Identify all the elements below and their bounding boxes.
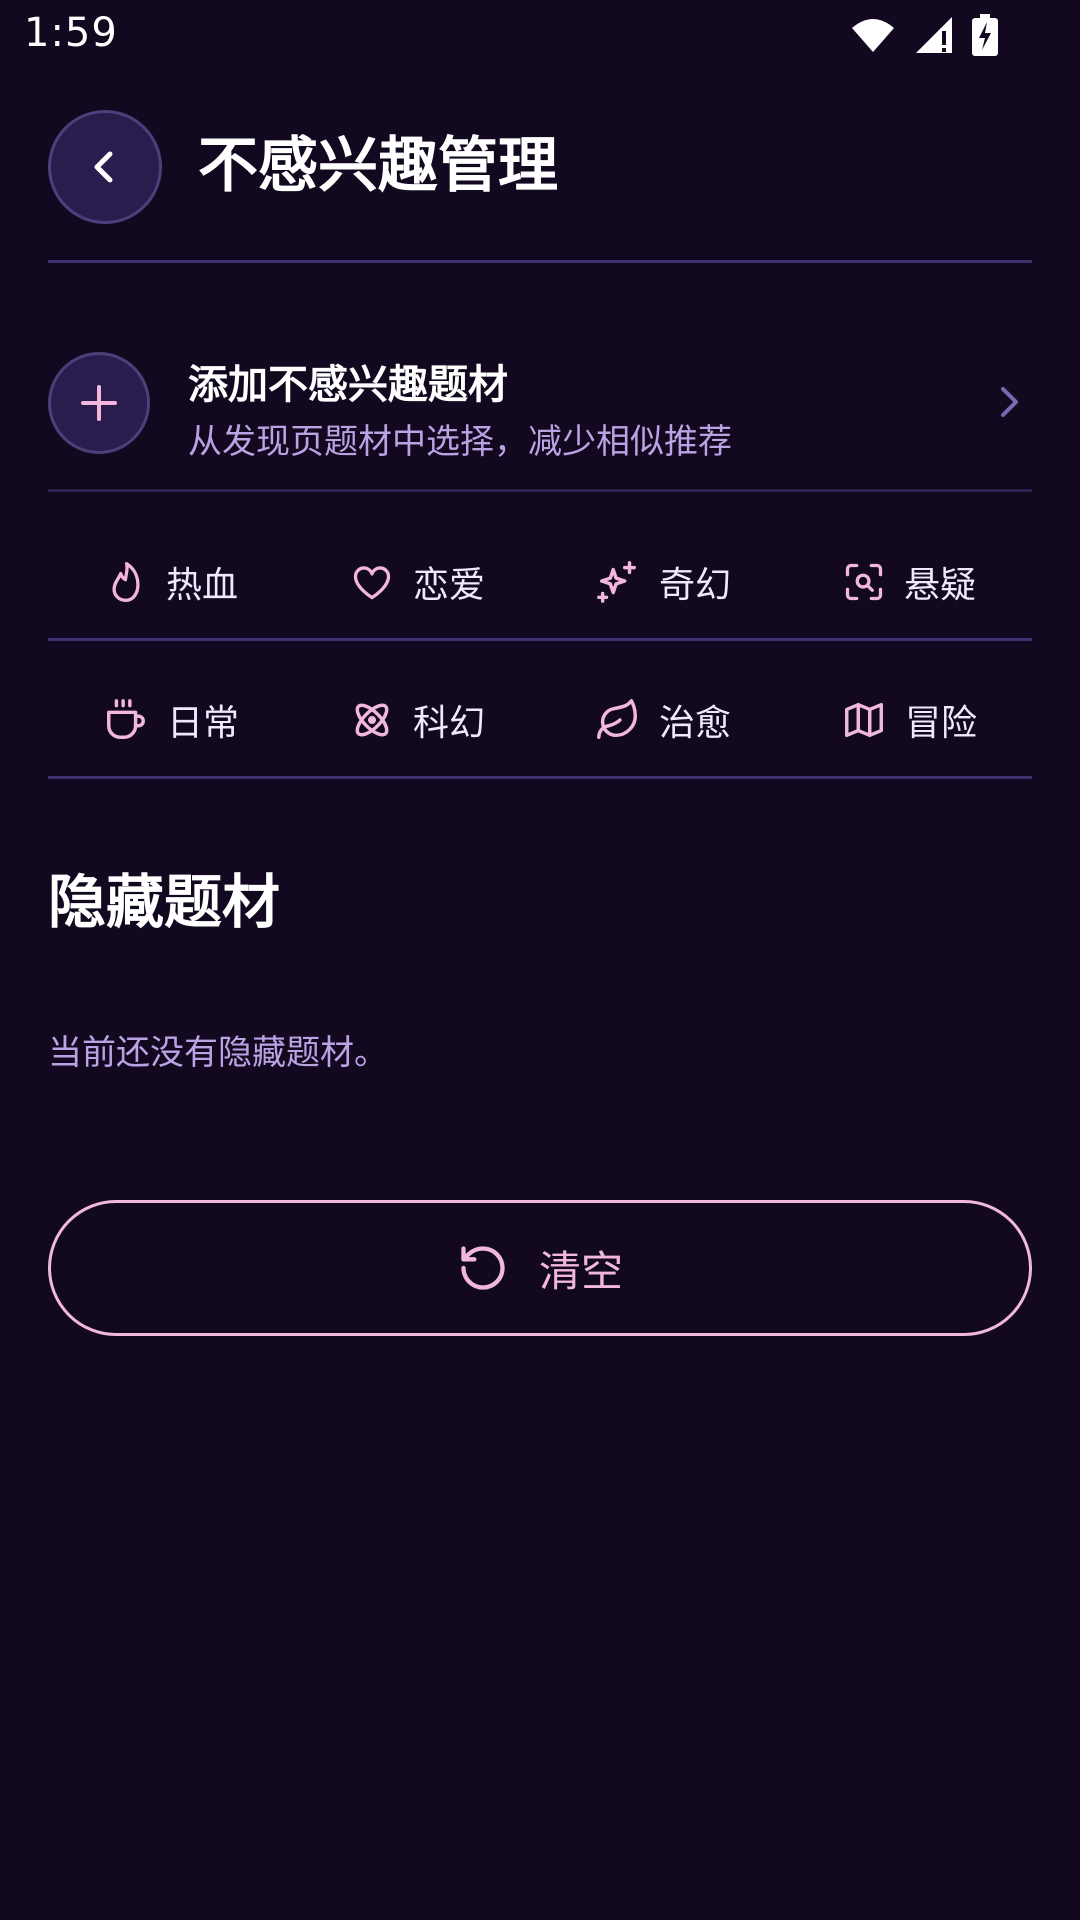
clear-button-label: 清空 [538,1246,623,1296]
add-genre-subtitle: 从发现页题材中选择，减少相似推荐 [188,422,732,462]
chevron-left-icon [94,151,113,183]
header: 不感兴趣管理 [48,110,1032,224]
genre-chip-rexue[interactable]: 热血 [48,522,294,642]
coffee-cup-icon [107,699,145,739]
add-row-divider [48,489,1032,492]
reset-icon [461,1246,505,1290]
sparkles-icon [597,561,637,603]
clear-button[interactable]: 清空 [48,1200,1032,1336]
add-genre-title: 添加不感兴趣题材 [188,362,508,408]
genre-chip-zhiyu[interactable]: 治愈 [540,660,786,780]
genre-label: 奇幻 [658,565,731,606]
status-icons [850,14,998,56]
page-title: 不感兴趣管理 [198,131,558,201]
screen: 1:59 不感兴趣管理 添加不感兴趣题材 从发现页题材中选择，减少相似推荐 热血… [0,0,1080,1920]
hidden-section-title: 隐藏题材 [48,868,281,936]
genre-chip-richang[interactable]: 日常 [48,660,294,780]
genre-label: 热血 [165,565,238,606]
genre-label: 治愈 [658,703,731,744]
plus-icon [81,385,117,421]
genre-row-1: 热血 恋爱 奇幻 悬疑 [48,522,1032,642]
back-button[interactable] [48,110,162,224]
scan-search-icon [845,563,883,601]
map-icon [845,702,883,738]
genre-chip-qihuan[interactable]: 奇幻 [540,522,786,642]
genre-row-divider [48,638,1032,641]
flame-icon [112,562,140,602]
add-genre-row[interactable]: 添加不感兴趣题材 从发现页题材中选择，减少相似推荐 [48,340,1032,466]
genre-label: 恋爱 [412,565,485,606]
genre-label: 冒险 [904,703,977,744]
battery-charging-icon [972,14,998,56]
genre-chip-xuanyi[interactable]: 悬疑 [786,522,1032,642]
genre-row-2: 日常 科幻 治愈 冒险 [48,660,1032,780]
cellular-signal-icon [916,17,952,53]
genre-chip-maoxian[interactable]: 冒险 [786,660,1032,780]
status-time: 1:59 [24,10,118,56]
genre-chip-kehuan[interactable]: 科幻 [294,660,540,780]
header-divider [48,260,1032,263]
genre-label: 科幻 [412,703,485,744]
genre-row-divider [48,776,1032,779]
genre-label: 悬疑 [903,565,976,606]
atom-icon [355,703,389,737]
hidden-empty-text: 当前还没有隐藏题材。 [48,1033,388,1073]
genre-chip-lianai[interactable]: 恋爱 [294,522,540,642]
leaf-icon [597,699,637,739]
wifi-icon [852,19,894,52]
status-bar: 1:59 [0,0,1080,72]
add-genre-button[interactable] [48,352,150,454]
chevron-right-icon [1001,387,1018,417]
heart-icon [353,566,391,600]
genre-label: 日常 [166,703,239,744]
